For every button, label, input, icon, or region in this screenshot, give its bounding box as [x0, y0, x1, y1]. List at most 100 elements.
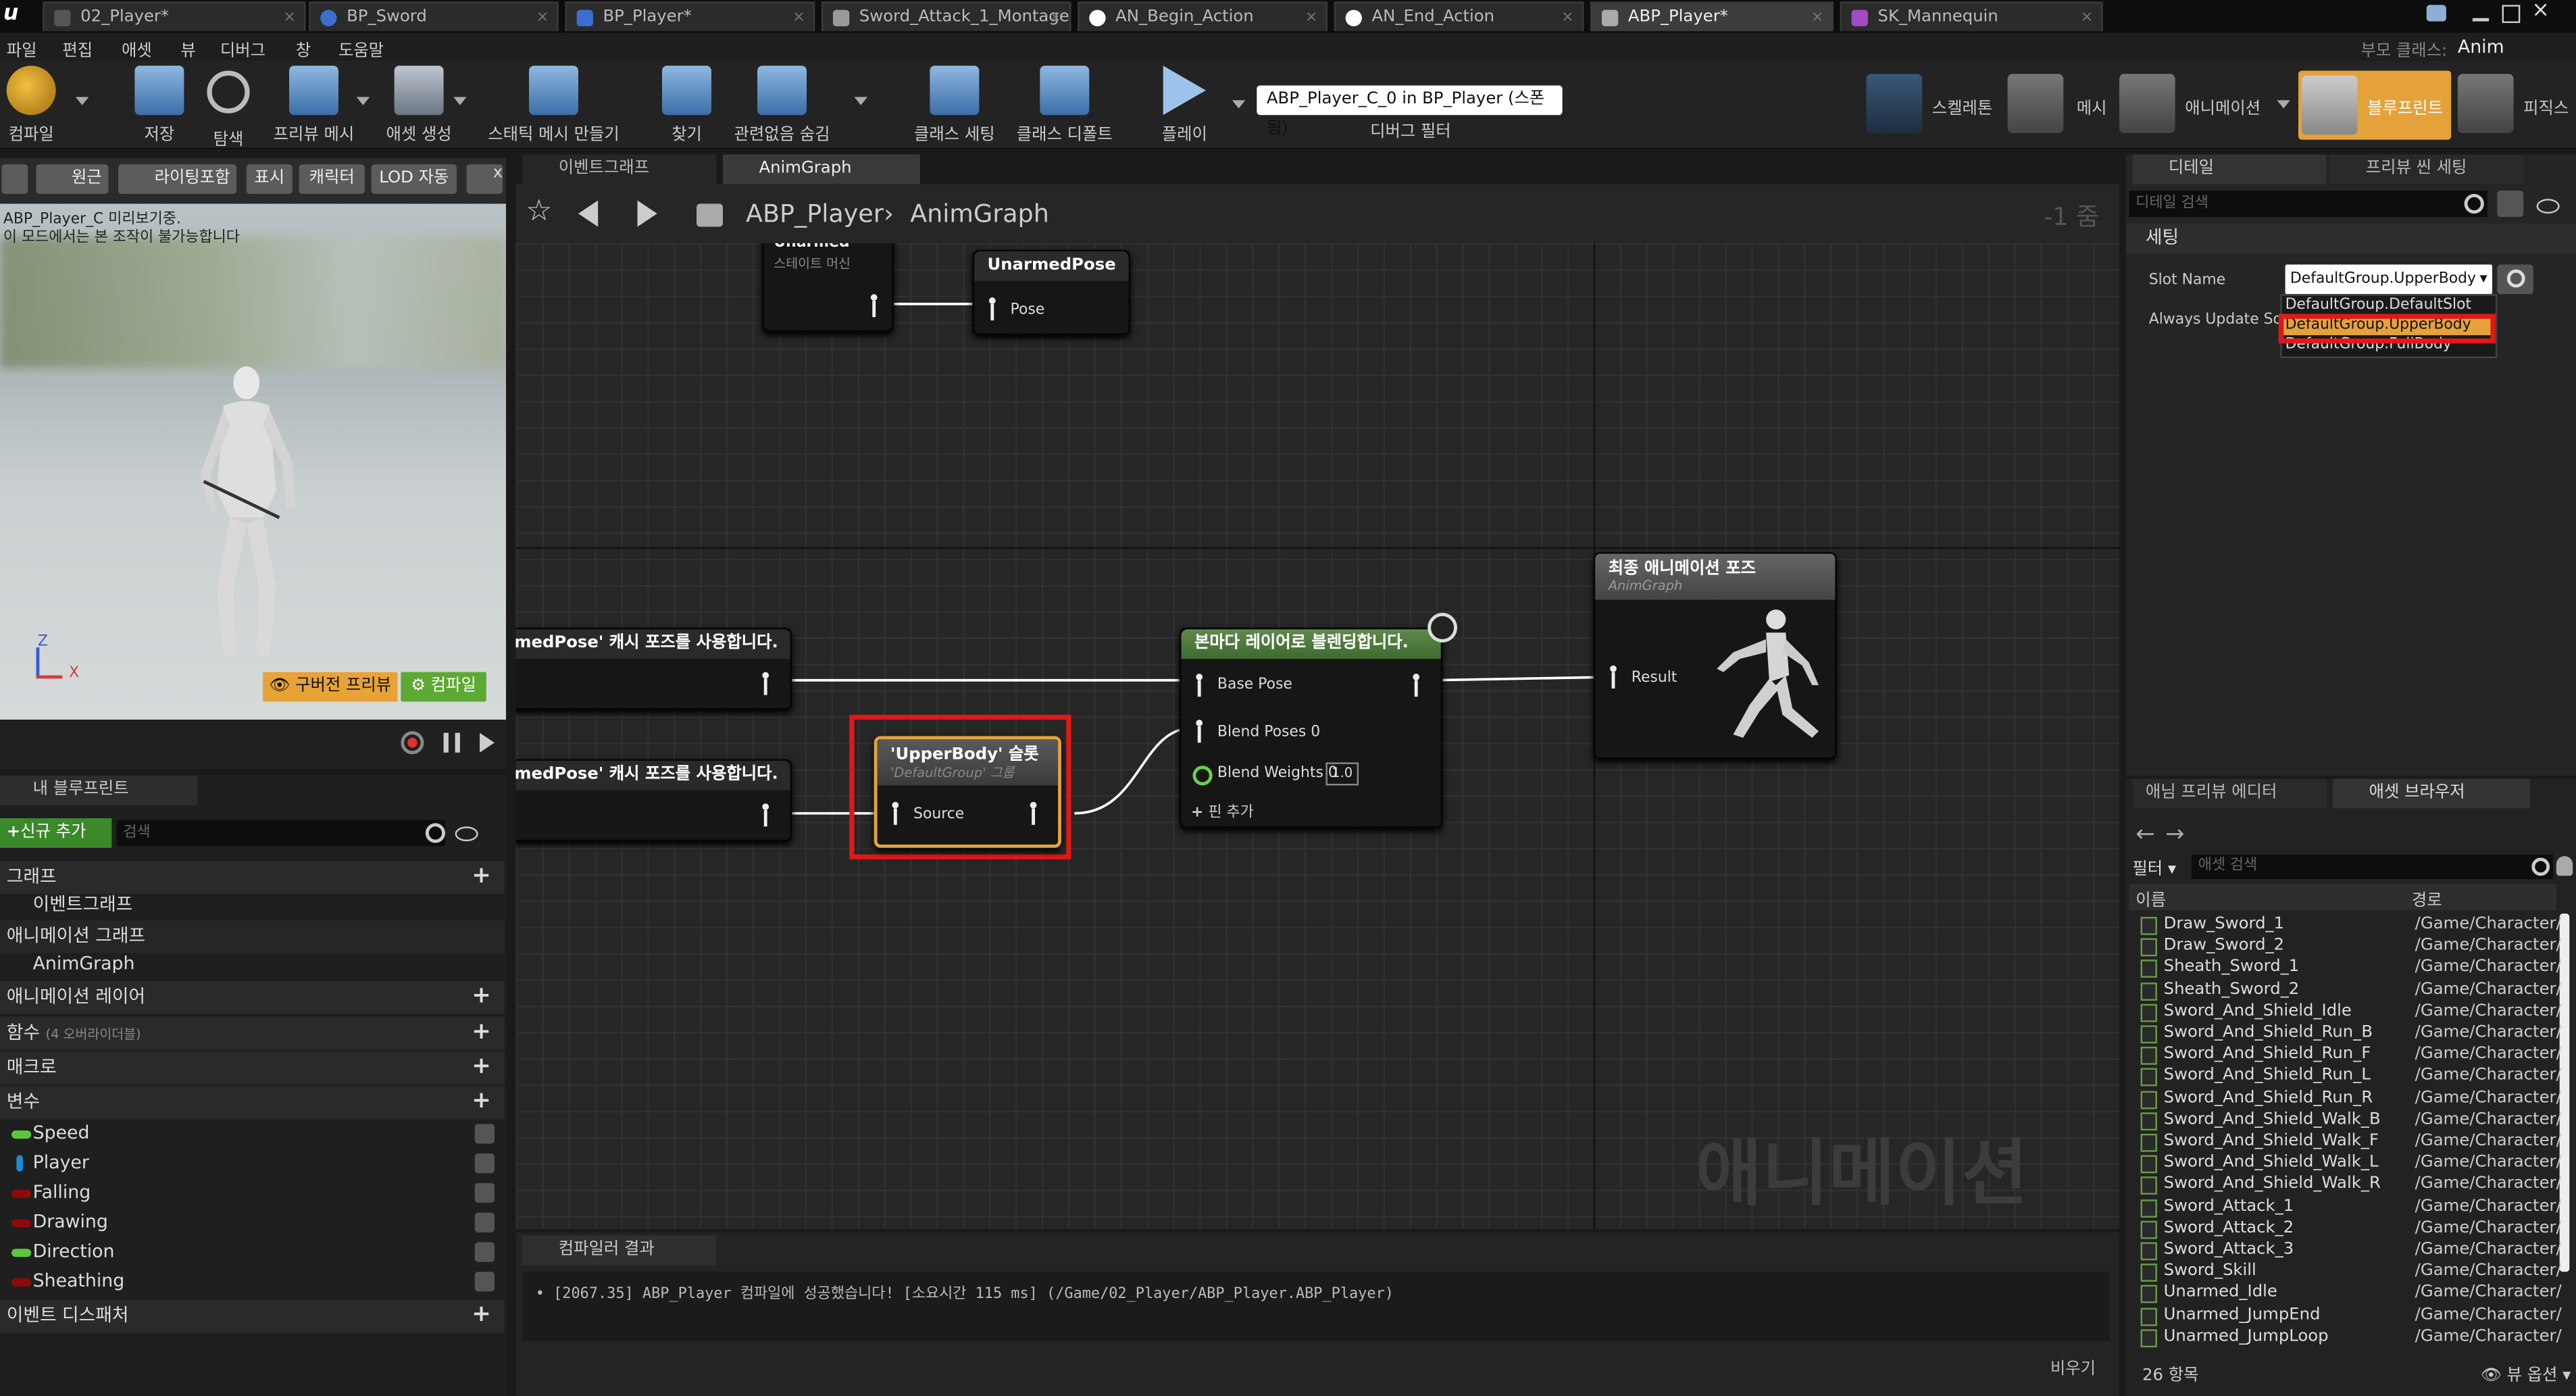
play-button[interactable]: 플레이 — [1153, 66, 1215, 145]
anim-graphs-section[interactable]: 애니메이션 그래프 — [0, 920, 505, 953]
tab-anim-graph[interactable]: AnimGraph — [722, 154, 920, 184]
unarmed-pose-cache-node[interactable]: UnarmedPose Pose — [972, 249, 1131, 336]
variable-direction[interactable]: Direction — [0, 1237, 505, 1267]
graphs-section[interactable]: 그래프 + — [0, 861, 505, 894]
blend-poses-pin-icon[interactable] — [1194, 720, 1205, 743]
viewport-close-icon[interactable]: x — [466, 164, 503, 194]
source-input-pin-icon[interactable] — [890, 801, 901, 825]
visibility-eye-icon[interactable] — [455, 826, 478, 842]
play-options-chevron-icon[interactable] — [1232, 100, 1246, 109]
add-function-icon[interactable]: + — [472, 1020, 491, 1043]
add-macro-icon[interactable]: + — [472, 1055, 491, 1078]
variable-drawing[interactable]: Drawing — [0, 1207, 505, 1237]
create-asset-button[interactable]: 애셋 생성 — [381, 66, 457, 145]
event-dispatchers-section[interactable]: 이벤트 디스패처 + — [0, 1299, 505, 1333]
pose-output-pin-icon[interactable] — [869, 294, 879, 318]
property-matrix-icon[interactable] — [2497, 191, 2524, 217]
view-options-button[interactable]: 👁 뷰 옵션 ▾ — [2481, 1360, 2571, 1385]
character-button[interactable]: 캐릭터 — [299, 164, 365, 194]
doc-tab-bp-sword[interactable]: BP_Sword × — [309, 1, 559, 32]
window-close-icon[interactable]: × — [2531, 0, 2554, 23]
tab-close-icon[interactable]: × — [792, 3, 805, 31]
asset-filter-button[interactable]: 필터 ▾ — [2132, 855, 2176, 879]
add-anim-layer-icon[interactable]: + — [472, 984, 491, 1007]
menu-debug[interactable]: 디버그 — [220, 36, 266, 61]
step-forward-button[interactable] — [480, 732, 495, 753]
preview-scene-settings-tab[interactable]: 프리뷰 씬 세팅 — [2329, 154, 2524, 184]
details-search-input[interactable]: 디테일 검색 — [2129, 191, 2487, 217]
menu-file[interactable]: 파일 — [7, 36, 37, 61]
class-defaults-button[interactable]: 클래스 디폴트 — [1012, 66, 1117, 145]
breadcrumb-leaf[interactable]: AnimGraph — [910, 199, 1049, 228]
asset-list-item[interactable]: Sword_And_Shield_Run_F/Game/Character/ — [2136, 1044, 2566, 1066]
old-preview-button[interactable]: 👁 구버전 프리뷰 — [263, 672, 398, 702]
hide-unrelated-button[interactable]: 관련없음 숨김 — [730, 66, 835, 145]
pause-button[interactable] — [443, 732, 460, 753]
compiler-results-tab[interactable]: 컴파일러 결과 — [522, 1235, 717, 1266]
column-name[interactable]: 이름 — [2136, 886, 2166, 910]
doc-tab-an-end-action[interactable]: AN_End_Action × — [1334, 1, 1584, 32]
variable-speed[interactable]: Speed — [0, 1119, 505, 1149]
add-new-button[interactable]: +신규 추가 — [0, 818, 112, 848]
variable-falling[interactable]: Falling — [0, 1178, 505, 1208]
asset-list-item[interactable]: Unarmed_JumpEnd/Game/Character/ — [2136, 1304, 2566, 1326]
doc-tab-sk-mannequin[interactable]: SK_Mannequin × — [1840, 1, 2103, 32]
asset-list-item[interactable]: Sheath_Sword_1/Game/Character/ — [2136, 957, 2566, 978]
blueprint-search-input[interactable]: 검색 — [116, 820, 446, 847]
pose-output-pin-icon[interactable] — [1028, 801, 1038, 825]
asset-list-item[interactable]: Sheath_Sword_2/Game/Character/ — [2136, 978, 2566, 1000]
visibility-icon[interactable] — [474, 1124, 495, 1144]
animation-mode-chevron-icon[interactable] — [2277, 100, 2290, 109]
tab-close-icon[interactable]: × — [2081, 3, 2093, 31]
option-default-slot[interactable]: DefaultGroup.DefaultSlot — [2285, 297, 2471, 314]
blend-weights-input[interactable]: 1.0 — [1325, 762, 1359, 786]
base-pose-pin-icon[interactable] — [1194, 674, 1205, 697]
class-settings-button[interactable]: 클래스 세팅 — [907, 66, 1002, 145]
asset-list-item[interactable]: Sword_And_Shield_Walk_L/Game/Character/ — [2136, 1152, 2566, 1174]
variable-sheathing[interactable]: Sheathing — [0, 1267, 505, 1297]
variables-section[interactable]: 변수 + — [0, 1086, 505, 1120]
mode-skeleton-button[interactable]: 스켈레톤 — [1866, 68, 2004, 143]
tab-close-icon[interactable]: × — [536, 3, 549, 31]
use-cached-pose-node-2[interactable]: medPose' 캐시 포즈를 사용합니다. — [515, 759, 792, 842]
asset-list-item[interactable]: Sword_And_Shield_Run_L/Game/Character/ — [2136, 1066, 2566, 1087]
create-asset-chevron-icon[interactable] — [453, 97, 467, 105]
doc-tab-montage[interactable]: Sword_Attack_1_Montage × — [821, 1, 1071, 32]
preview-mesh-chevron-icon[interactable] — [356, 97, 370, 105]
mode-mesh-button[interactable]: 메시 — [2007, 68, 2116, 143]
unarmed-state-machine-node[interactable]: Unarmed 스테이트 머신 — [762, 243, 894, 332]
asset-forward-arrow-icon[interactable]: → — [2165, 822, 2185, 848]
make-static-mesh-button[interactable]: 스태틱 메시 만들기 — [483, 66, 624, 145]
settings-category[interactable]: 세팅 — [2125, 223, 2576, 253]
menu-asset[interactable]: 애셋 — [122, 36, 152, 61]
layered-blend-per-bone-node[interactable]: 본마다 레이어로 블렌딩합니다. Base Pose Blend Poses 0… — [1180, 613, 1457, 828]
asset-list-item[interactable]: Unarmed_JumpLoop/Game/Character/ — [2136, 1326, 2566, 1347]
hide-unrelated-chevron-icon[interactable] — [854, 97, 867, 105]
debug-object-select[interactable]: ABP_Player_C_0 in BP_Player (스폰됨) — [1257, 85, 1563, 138]
asset-list-item[interactable]: Sword_And_Shield_Idle/Game/Character/ — [2136, 1000, 2566, 1022]
browse-button[interactable]: 탐색 — [197, 66, 259, 149]
add-variable-icon[interactable]: + — [472, 1089, 491, 1112]
doc-tab-bp-player[interactable]: BP_Player* × — [565, 1, 815, 32]
tab-close-icon[interactable]: × — [1811, 3, 1823, 31]
use-cached-pose-node-1[interactable]: medPose' 캐시 포즈를 사용합니다. — [515, 627, 792, 710]
asset-list-item[interactable]: Sword_And_Shield_Run_B/Game/Character/ — [2136, 1022, 2566, 1044]
result-pin-icon[interactable] — [1609, 665, 1619, 689]
tab-close-icon[interactable]: × — [283, 3, 295, 31]
lighting-button[interactable]: 라이팅포함 — [118, 164, 237, 194]
final-animation-pose-node[interactable]: 최종 애니메이션 포즈 AnimGraph Result — [1593, 552, 1837, 759]
perspective-button[interactable]: 원근 — [36, 164, 109, 194]
window-minimize-icon[interactable] — [2472, 5, 2490, 22]
menu-view[interactable]: 뷰 — [180, 36, 195, 61]
graph-hierarchy-icon[interactable] — [697, 203, 723, 227]
my-blueprint-tab[interactable]: 내 블루프린트 — [0, 775, 197, 805]
favorite-star-icon[interactable]: ☆ — [526, 194, 552, 228]
lod-auto-button[interactable]: LOD 자동 — [371, 164, 457, 194]
macros-section[interactable]: 매크로 + — [0, 1051, 505, 1085]
functions-section[interactable]: 함수 (4 오버라이더블) + — [0, 1017, 505, 1050]
asset-list-item[interactable]: Sword_And_Shield_Walk_R/Game/Character/ — [2136, 1174, 2566, 1195]
tab-event-graph[interactable]: 이벤트그래프 — [522, 154, 717, 184]
browse-slot-button[interactable] — [2497, 264, 2533, 295]
asset-list-item[interactable]: Sword_And_Shield_Walk_F/Game/Character/ — [2136, 1130, 2566, 1152]
back-arrow-icon[interactable] — [578, 200, 599, 227]
